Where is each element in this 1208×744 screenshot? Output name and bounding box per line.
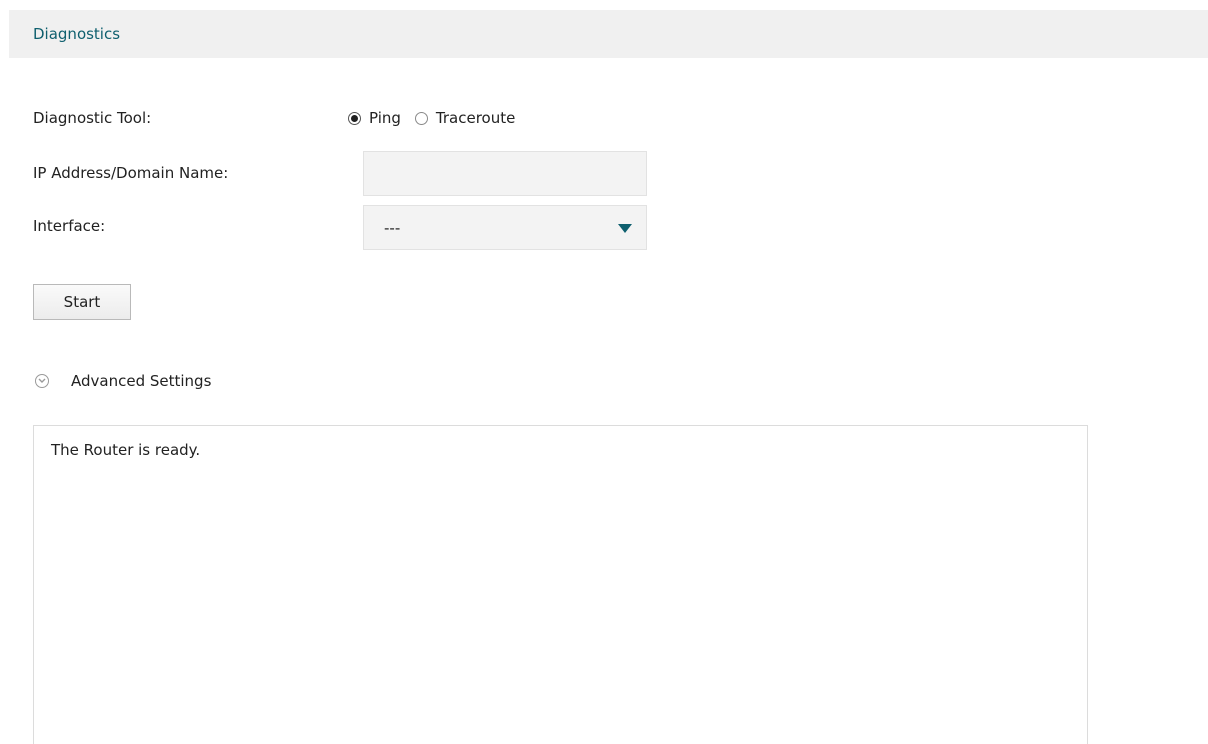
diagnostic-tool-radio-group: Ping Traceroute: [348, 108, 529, 128]
ping-radio[interactable]: [348, 111, 361, 125]
interface-select[interactable]: ---: [363, 205, 647, 250]
traceroute-radio[interactable]: [414, 111, 428, 125]
diagnostic-output-text: The Router is ready.: [51, 441, 201, 459]
diagnostic-tool-label: Diagnostic Tool:: [33, 109, 152, 127]
section-header: Diagnostics: [9, 10, 1208, 58]
diagnostics-page: Diagnostics Diagnostic Tool: Ping Tracer…: [0, 0, 1208, 744]
chevron-down-circle-icon: [35, 374, 49, 388]
advanced-settings-label: Advanced Settings: [71, 372, 212, 390]
chevron-down-icon: [38, 378, 46, 383]
interface-label: Interface:: [33, 217, 106, 235]
ping-radio-label[interactable]: Ping: [369, 109, 401, 127]
diagnostic-output-area: The Router is ready.: [33, 425, 1088, 744]
advanced-settings-toggle[interactable]: Advanced Settings: [35, 371, 211, 391]
section-title: Diagnostics: [33, 25, 121, 43]
interface-select-value: ---: [384, 219, 401, 237]
dropdown-arrow-icon: [618, 224, 632, 233]
ip-address-label: IP Address/Domain Name:: [33, 164, 229, 182]
radio-selected-dot: [351, 114, 358, 122]
ip-address-input[interactable]: [363, 151, 647, 196]
start-button[interactable]: Start: [33, 284, 131, 320]
traceroute-radio-label[interactable]: Traceroute: [436, 109, 515, 127]
